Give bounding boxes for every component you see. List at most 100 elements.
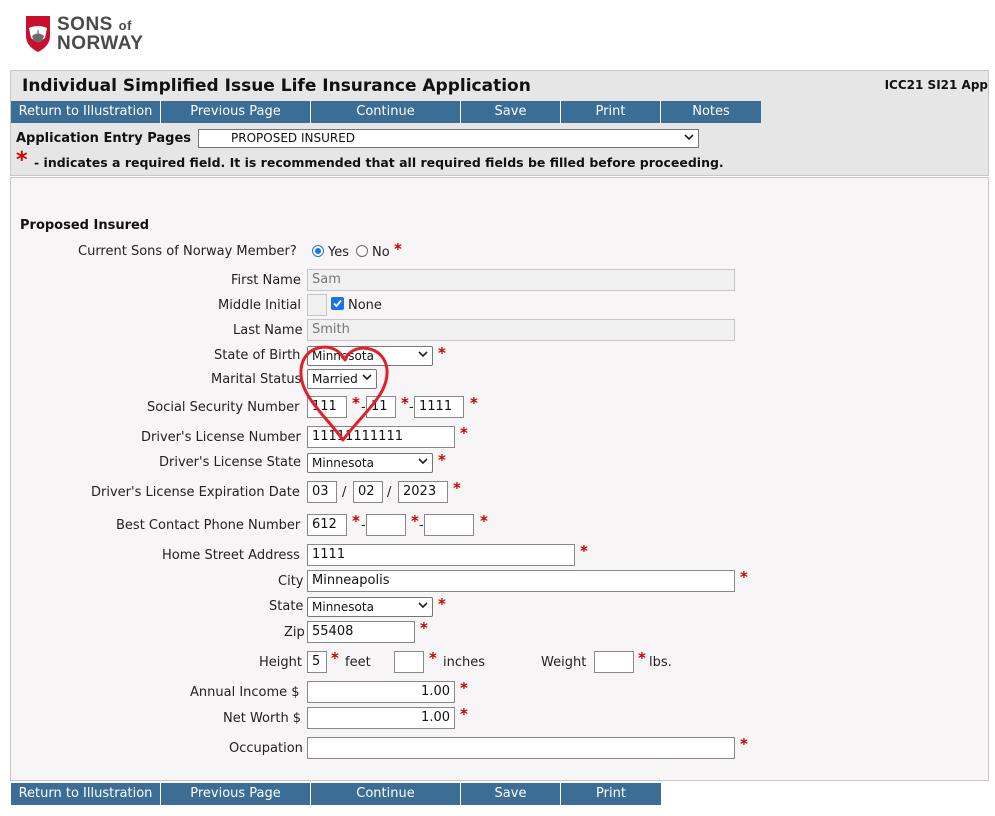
- dl-number-label: Driver's License Number: [141, 430, 301, 445]
- chevron-down-icon: [684, 134, 694, 141]
- notes-button[interactable]: Notes: [661, 101, 761, 123]
- state-select[interactable]: Minnesota: [307, 597, 433, 617]
- previous-page-button[interactable]: Previous Page: [161, 101, 311, 123]
- dl-exp-month-input[interactable]: 03: [307, 481, 337, 503]
- dl-expiration-label: Driver's License Expiration Date: [91, 485, 300, 500]
- phone-separator: -: [419, 518, 424, 533]
- phone-label: Best Contact Phone Number: [116, 518, 301, 533]
- net-worth-input[interactable]: 1.00: [307, 707, 455, 729]
- required-asterisk: *: [394, 240, 402, 258]
- required-asterisk: *: [331, 649, 339, 667]
- member-label: Current Sons of Norway Member?: [78, 244, 297, 259]
- last-name-label: Last Name: [233, 323, 303, 338]
- form-code: ICC21 SI21 App: [884, 78, 988, 92]
- dl-exp-day-input[interactable]: 02: [353, 481, 383, 503]
- net-worth-label: Net Worth $: [223, 711, 302, 726]
- middle-initial-input[interactable]: [307, 294, 327, 316]
- section-title: Proposed Insured: [20, 218, 150, 233]
- required-asterisk: *: [420, 619, 428, 637]
- first-name-input[interactable]: Sam: [307, 269, 735, 291]
- member-yes-radio[interactable]: [312, 245, 324, 257]
- city-label: City: [278, 574, 304, 589]
- first-name-label: First Name: [231, 273, 301, 288]
- dl-state-select[interactable]: Minnesota: [307, 453, 433, 473]
- dl-exp-year-input[interactable]: 2023: [398, 481, 448, 503]
- phone-area-input[interactable]: 612: [307, 514, 347, 536]
- state-value: Minnesota: [312, 600, 374, 614]
- main-form-panel: [10, 177, 989, 781]
- required-asterisk: *: [16, 148, 28, 173]
- entry-pages-selected: PROPOSED INSURED: [231, 131, 356, 145]
- chevron-down-icon: [418, 351, 428, 358]
- state-label: State: [269, 599, 304, 614]
- required-asterisk: *: [740, 735, 748, 753]
- required-asterisk: *: [470, 394, 478, 412]
- member-no-label: No: [372, 245, 390, 260]
- lbs-unit-label: lbs.: [649, 655, 672, 670]
- entry-pages-label: Application Entry Pages: [16, 131, 192, 146]
- ssn-part3-input[interactable]: 1111: [414, 396, 464, 418]
- none-label: None: [348, 298, 382, 313]
- height-feet-input[interactable]: 5: [307, 651, 327, 673]
- street-label: Home Street Address: [162, 548, 300, 563]
- save-button[interactable]: Save: [461, 101, 561, 123]
- phone-separator: -: [361, 518, 366, 533]
- required-asterisk: *: [580, 542, 588, 560]
- weight-label: Weight: [541, 655, 587, 670]
- zip-input[interactable]: 55408: [307, 621, 415, 643]
- date-separator: /: [387, 485, 392, 500]
- member-no-radio[interactable]: [356, 245, 368, 257]
- phone-prefix-input[interactable]: [366, 514, 406, 536]
- return-to-illustration-button[interactable]: Return to Illustration: [11, 101, 161, 123]
- required-note: - indicates a required field. It is reco…: [34, 155, 724, 170]
- required-asterisk: *: [460, 424, 468, 442]
- required-asterisk: *: [429, 649, 437, 667]
- required-asterisk: *: [740, 568, 748, 586]
- required-asterisk: *: [453, 479, 461, 497]
- dl-state-label: Driver's License State: [159, 455, 302, 470]
- bottom-return-to-illustration-button[interactable]: Return to Illustration: [11, 783, 161, 805]
- last-name-input[interactable]: Smith: [307, 319, 735, 341]
- heart-annotation: [299, 345, 389, 442]
- required-asterisk: *: [480, 512, 488, 530]
- ssn-separator: -: [409, 400, 414, 415]
- city-input[interactable]: Minneapolis: [307, 570, 735, 592]
- chevron-down-icon: [418, 602, 428, 609]
- required-asterisk: *: [352, 512, 360, 530]
- weight-input[interactable]: [594, 651, 634, 673]
- bottom-continue-button[interactable]: Continue: [311, 783, 461, 805]
- required-asterisk: *: [438, 344, 446, 362]
- continue-button[interactable]: Continue: [311, 101, 461, 123]
- state-of-birth-label: State of Birth: [214, 348, 301, 363]
- annual-income-input[interactable]: 1.00: [307, 681, 455, 703]
- required-asterisk: *: [460, 705, 468, 723]
- brand-wordmark: SONS of NORWAY: [57, 14, 144, 54]
- required-asterisk: *: [401, 394, 409, 412]
- middle-initial-label: Middle Initial: [218, 298, 302, 313]
- required-asterisk: *: [438, 451, 446, 469]
- zip-label: Zip: [284, 625, 305, 640]
- bottom-previous-page-button[interactable]: Previous Page: [161, 783, 311, 805]
- ssn-label: Social Security Number: [147, 400, 300, 415]
- marital-status-label: Marital Status: [211, 372, 302, 387]
- street-input[interactable]: 1111: [307, 544, 575, 566]
- required-asterisk: *: [438, 595, 446, 613]
- entry-pages-select[interactable]: PROPOSED INSURED: [198, 129, 699, 148]
- occupation-input[interactable]: [307, 737, 735, 759]
- height-inches-input[interactable]: [394, 651, 424, 673]
- print-button[interactable]: Print: [561, 101, 661, 123]
- phone-line-input[interactable]: [424, 514, 474, 536]
- dl-state-value: Minnesota: [312, 456, 374, 470]
- feet-unit-label: feet: [345, 655, 371, 670]
- annual-income-label: Annual Income $: [190, 685, 300, 700]
- page-title: Individual Simplified Issue Life Insuran…: [22, 76, 531, 96]
- middle-initial-none-checkbox[interactable]: [331, 297, 344, 310]
- required-asterisk: *: [460, 679, 468, 697]
- required-asterisk: *: [638, 649, 646, 667]
- bottom-save-button[interactable]: Save: [461, 783, 561, 805]
- member-yes-label: Yes: [328, 245, 349, 260]
- bottom-print-button[interactable]: Print: [561, 783, 661, 805]
- height-label: Height: [259, 655, 302, 670]
- chevron-down-icon: [418, 458, 428, 465]
- inches-unit-label: inches: [443, 655, 486, 670]
